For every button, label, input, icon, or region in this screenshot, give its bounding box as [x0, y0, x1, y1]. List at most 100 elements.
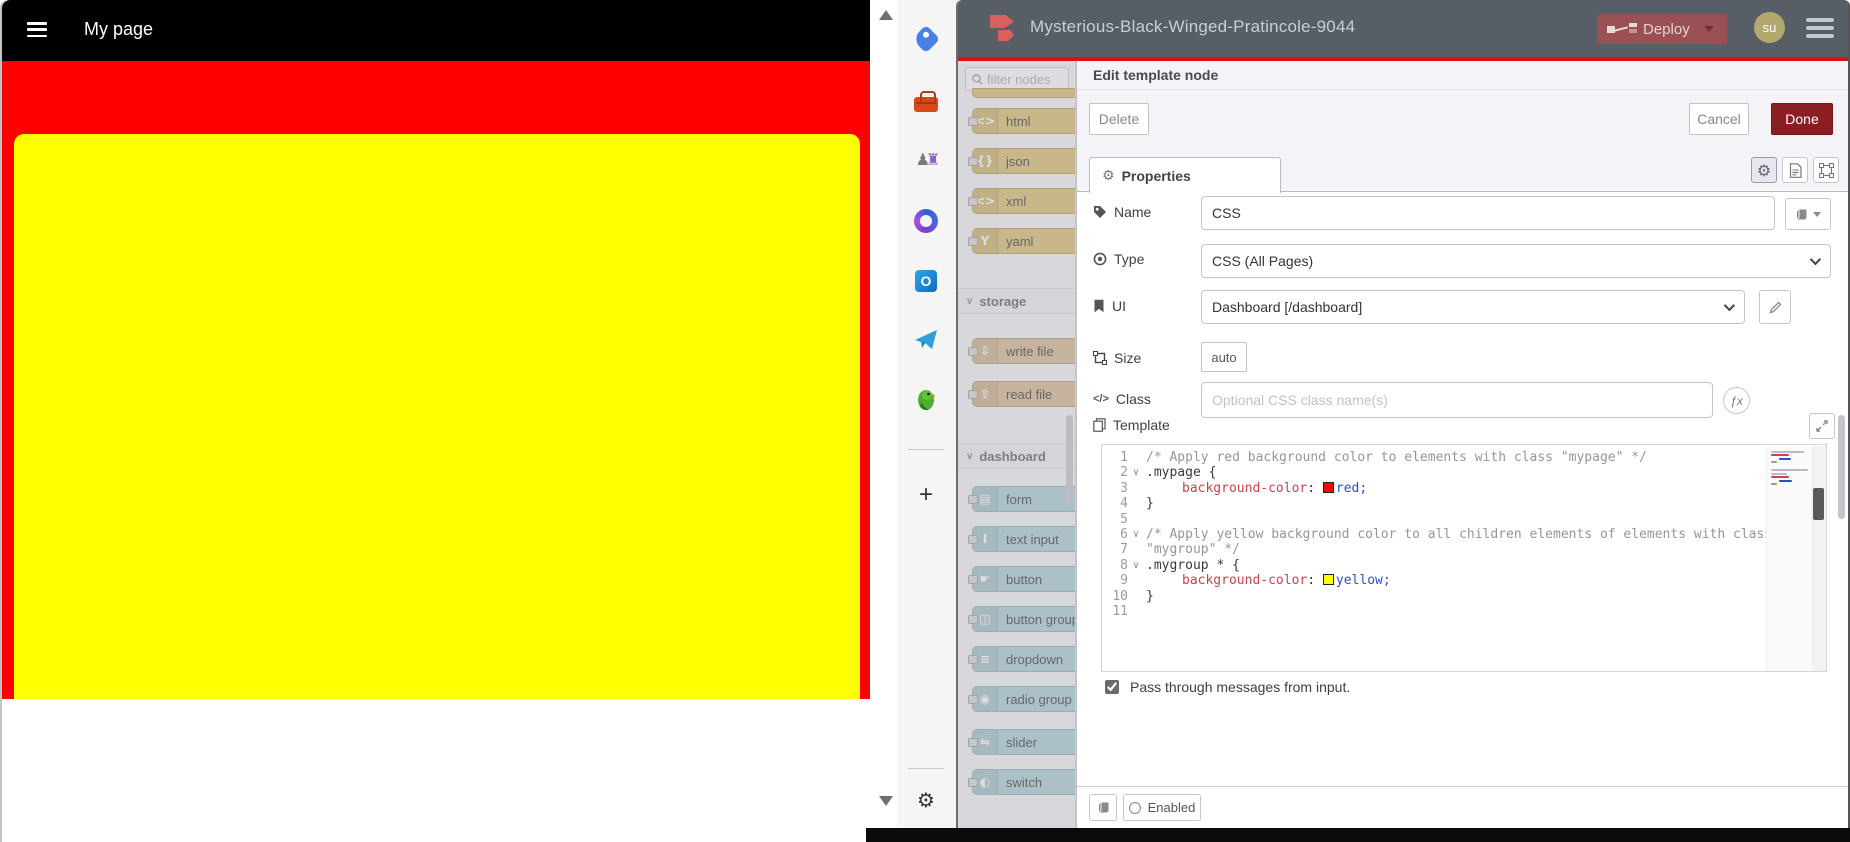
fold-chevron-icon[interactable]: ∨: [1128, 527, 1144, 542]
gear-icon: ⚙: [1102, 167, 1115, 184]
tab-properties[interactable]: ⚙ Properties: [1089, 157, 1281, 193]
code-line[interactable]: 1/* Apply red background color to elemen…: [1102, 450, 1826, 465]
fold-gutter: [1128, 512, 1144, 527]
type-field-label: Type: [1093, 251, 1144, 267]
delete-button[interactable]: Delete: [1089, 103, 1149, 135]
dialog-scrollbar[interactable]: [1838, 415, 1845, 519]
tag-icon[interactable]: [910, 23, 942, 55]
yellow-color-swatch: [1322, 574, 1334, 586]
sidebar-divider: [908, 449, 944, 450]
scroll-up-icon[interactable]: [879, 10, 893, 20]
add-sidebar-item-icon[interactable]: +: [910, 479, 942, 511]
parrot-icon[interactable]: [910, 384, 942, 416]
copy-pages-icon: [1093, 418, 1106, 432]
template-code-editor[interactable]: 1/* Apply red background color to elemen…: [1101, 444, 1827, 672]
size-field-label: Size: [1093, 350, 1141, 366]
window-bottom-edge: [866, 828, 1850, 842]
book-icon: [1098, 802, 1108, 813]
document-icon: [1789, 162, 1802, 178]
editor-header: Mysterious-Black-Winged-Pratincole-9044 …: [958, 0, 1848, 57]
tab-properties-icon-button[interactable]: ⚙: [1751, 157, 1777, 183]
code-line[interactable]: 8 ∨ .mygroup * {: [1102, 558, 1826, 573]
template-label-row: Template: [1093, 417, 1170, 433]
edit-ui-button[interactable]: [1759, 290, 1791, 324]
chess-pieces-icon[interactable]: ♟♜: [910, 143, 942, 175]
code-line[interactable]: 2 ∨ .mypage {: [1102, 465, 1826, 480]
fold-gutter: [1128, 542, 1144, 557]
node-red-window: Mysterious-Black-Winged-Pratincole-9044 …: [956, 0, 1850, 832]
fold-gutter: [1128, 573, 1144, 588]
sidebar-divider-bottom: [908, 768, 944, 769]
passthrough-checkbox[interactable]: [1105, 680, 1119, 694]
passthrough-label: Pass through messages from input.: [1130, 679, 1351, 695]
dialog-header: Edit template node: [1077, 61, 1848, 90]
code-line[interactable]: 11: [1102, 604, 1826, 619]
name-field-label: Name: [1093, 204, 1151, 220]
type-select[interactable]: CSS (All Pages): [1201, 244, 1831, 278]
code-line[interactable]: 5: [1102, 512, 1826, 527]
enabled-toggle-button[interactable]: Enabled: [1123, 794, 1201, 821]
deploy-nodes-icon: [1607, 23, 1637, 35]
chevron-down-icon: [1809, 253, 1822, 266]
code-line[interactable]: 7 "mygroup" */: [1102, 542, 1826, 557]
deploy-button[interactable]: Deploy: [1597, 14, 1727, 44]
expand-editor-button[interactable]: [1809, 413, 1835, 439]
fold-chevron-icon[interactable]: ∨: [1128, 558, 1144, 573]
fold-gutter: [1128, 450, 1144, 465]
chevron-down-icon: [1723, 299, 1736, 312]
tag-icon: [1094, 206, 1106, 218]
deploy-label: Deploy: [1643, 20, 1690, 38]
outlook-icon[interactable]: O: [910, 265, 942, 297]
caret-down-icon: [1813, 211, 1821, 217]
fold-chevron-icon[interactable]: ∨: [1128, 465, 1144, 480]
editor-minimap: [1766, 446, 1810, 671]
dialog-title: Edit template node: [1093, 67, 1219, 83]
expand-icon: [1816, 420, 1828, 432]
class-field-label: </> Class: [1093, 391, 1151, 407]
telegram-icon[interactable]: [910, 324, 942, 356]
tab-description-icon-button[interactable]: [1782, 157, 1808, 183]
tab-appearance-icon-button[interactable]: [1813, 157, 1839, 183]
editor-scrollbar[interactable]: [1811, 446, 1826, 671]
mypage-red-background: [2, 61, 870, 754]
code-line[interactable]: 6 ∨/* Apply yellow background color to al…: [1102, 527, 1826, 542]
code-line[interactable]: 10}: [1102, 589, 1826, 604]
fold-gutter: [1128, 496, 1144, 511]
cancel-button[interactable]: Cancel: [1689, 103, 1749, 135]
passthrough-row: Pass through messages from input.: [1101, 677, 1350, 697]
code-line[interactable]: 4}: [1102, 496, 1826, 511]
red-color-swatch: [1322, 481, 1334, 493]
browser-scrollbar[interactable]: [871, 0, 897, 820]
menu-icon[interactable]: [27, 22, 47, 37]
scroll-down-icon[interactable]: [879, 796, 893, 806]
name-type-select-button[interactable]: [1785, 198, 1831, 230]
expression-fx-button[interactable]: ƒx: [1723, 387, 1750, 414]
pencil-icon: [1768, 301, 1781, 314]
fold-gutter: [1128, 589, 1144, 604]
library-button[interactable]: [1089, 794, 1117, 821]
modal-shade-overlay: [958, 61, 1076, 832]
ui-select[interactable]: Dashboard [/dashboard]: [1201, 290, 1745, 324]
fold-gutter: [1128, 481, 1144, 496]
name-input[interactable]: [1201, 196, 1775, 230]
user-avatar[interactable]: su: [1754, 12, 1785, 43]
settings-gear-icon[interactable]: ⚙: [910, 784, 942, 816]
browser-sidebar: ♟♜ O + ⚙: [897, 0, 956, 842]
done-button[interactable]: Done: [1771, 103, 1833, 135]
code-line[interactable]: 9 background-color: yellow;: [1102, 573, 1826, 588]
dialog-footer: Enabled: [1077, 786, 1848, 832]
size-auto-button[interactable]: auto: [1201, 342, 1247, 372]
target-icon: [1093, 252, 1107, 266]
toolbox-icon[interactable]: [910, 85, 942, 117]
code-line[interactable]: 3 background-color: red;: [1102, 481, 1826, 496]
mygroup-yellow-panel: [14, 134, 860, 754]
dashboard-app-bar: My page: [2, 0, 870, 61]
flowfuse-logo-icon: [988, 13, 1016, 43]
dashboard-preview-window: My page: [0, 0, 870, 842]
deploy-dropdown-icon[interactable]: [1703, 26, 1714, 32]
office-ring-icon[interactable]: [910, 205, 942, 237]
main-menu-icon[interactable]: [1806, 18, 1834, 38]
screenshot-root: My page ♟♜ O + ⚙ Mysterious-Black-Winged…: [0, 0, 1850, 842]
class-input[interactable]: [1201, 382, 1713, 418]
book-icon: [1796, 209, 1807, 220]
